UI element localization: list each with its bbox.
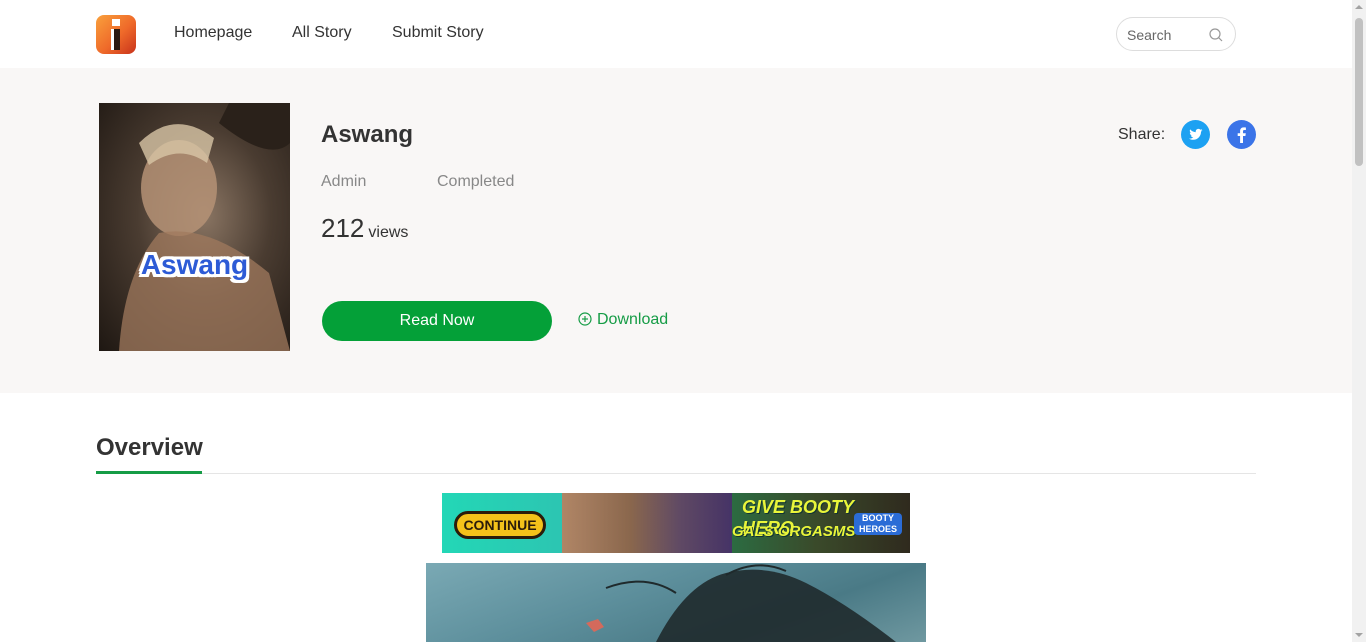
search-box — [1116, 17, 1236, 51]
ad-brand-logo: BOOTY HEROES — [854, 513, 902, 535]
book-title: Aswang — [321, 121, 414, 148]
nav-submit-story[interactable]: Submit Story — [392, 24, 484, 42]
ad-banner[interactable]: CONTINUE GIVE BOOTY HERO GALS ORGASMS BO… — [442, 493, 910, 553]
ad-subheadline: GALS ORGASMS — [732, 523, 856, 540]
facebook-icon[interactable] — [1227, 120, 1256, 149]
overview-heading[interactable]: Overview — [96, 434, 203, 462]
story-image-artwork — [586, 564, 896, 642]
ad-continue-button[interactable]: CONTINUE — [454, 511, 546, 539]
book-views: 212 views — [321, 213, 408, 244]
plus-circle-icon — [578, 312, 592, 326]
twitter-bird-glyph — [1189, 128, 1203, 140]
nav-homepage[interactable]: Homepage — [174, 24, 252, 42]
site-logo-icon[interactable] — [96, 15, 136, 54]
twitter-icon[interactable] — [1181, 120, 1210, 149]
cover-artwork — [119, 103, 290, 351]
book-author[interactable]: Admin — [321, 173, 366, 191]
download-link[interactable]: Download — [578, 311, 668, 329]
logo-glyph — [111, 19, 120, 50]
overview-active-underline — [96, 471, 202, 474]
overview-divider — [96, 473, 1256, 474]
views-unit: views — [368, 224, 409, 241]
share-label: Share: — [1118, 126, 1166, 143]
cover-title: Aswang — [140, 249, 249, 280]
nav-all-story[interactable]: All Story — [292, 24, 352, 42]
facebook-f-glyph — [1237, 127, 1246, 143]
site-header: Homepage All Story Submit Story — [0, 0, 1352, 68]
book-hero: Aswang Aswang Admin Completed 212 views R… — [0, 68, 1352, 393]
search-input[interactable] — [1127, 26, 1207, 44]
page-scrollbar[interactable] — [1352, 0, 1366, 642]
book-status: Completed — [437, 173, 515, 190]
scroll-up-arrow-icon[interactable] — [1355, 3, 1363, 11]
scrollbar-thumb[interactable] — [1355, 18, 1363, 166]
search-icon[interactable] — [1209, 28, 1223, 42]
download-label: Download — [597, 311, 669, 328]
story-image — [426, 563, 926, 642]
views-count: 212 — [321, 213, 365, 243]
read-now-button[interactable]: Read Now — [322, 301, 552, 341]
scroll-down-arrow-icon[interactable] — [1355, 631, 1363, 639]
book-cover[interactable]: Aswang — [99, 103, 290, 351]
ad-image — [562, 493, 732, 553]
